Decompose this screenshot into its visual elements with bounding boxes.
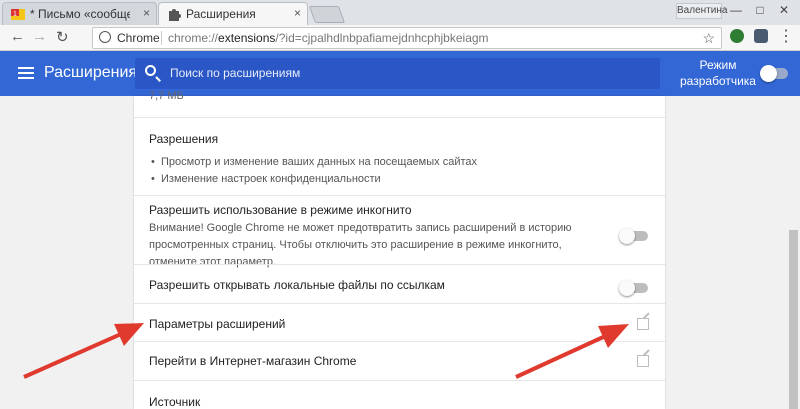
arrow-left: [23, 323, 144, 379]
annotation-arrows: [23, 323, 629, 379]
arrow-right: [515, 324, 629, 379]
